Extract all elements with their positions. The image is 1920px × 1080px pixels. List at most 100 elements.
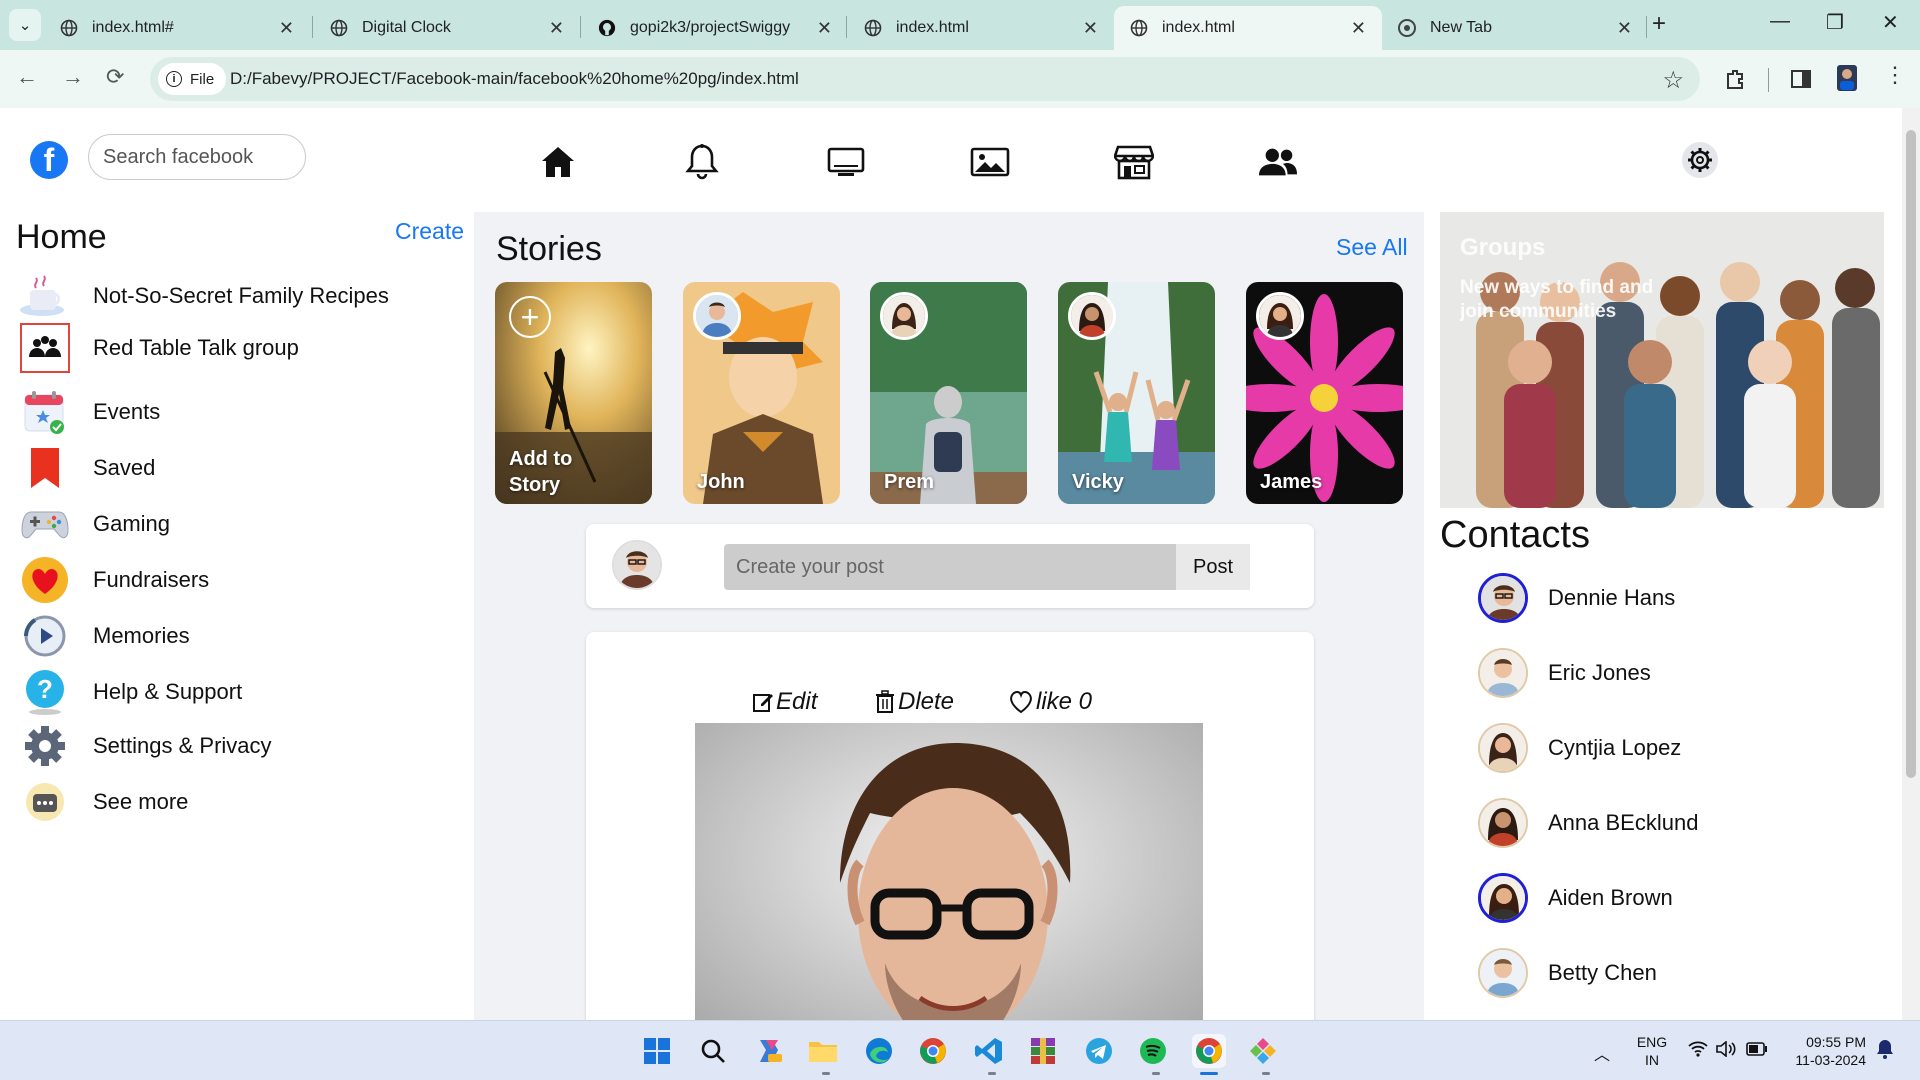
home-icon[interactable] <box>538 142 578 182</box>
edit-button[interactable]: Edit <box>752 688 817 716</box>
back-arrow-icon[interactable]: ← <box>16 66 38 88</box>
story-card[interactable]: Prem <box>870 282 1027 504</box>
sidebar-item-saved[interactable]: Saved <box>20 440 460 496</box>
monitor-icon[interactable] <box>826 142 866 182</box>
restore-icon[interactable]: ❐ <box>1826 10 1844 35</box>
vscode-icon[interactable] <box>972 1034 1006 1068</box>
chrome-active-icon[interactable] <box>1192 1034 1226 1068</box>
new-tab-button[interactable]: + <box>1652 12 1666 36</box>
scrollbar-thumb[interactable] <box>1906 130 1916 778</box>
volume-icon[interactable] <box>1716 1040 1736 1060</box>
search-input[interactable] <box>88 134 306 180</box>
close-icon[interactable]: ✕ <box>279 19 294 37</box>
sidebar-item-events[interactable]: Events <box>20 384 460 440</box>
profile-avatar[interactable] <box>1836 64 1858 97</box>
battery-icon[interactable] <box>1746 1042 1768 1059</box>
lang-label: ENG <box>1636 1034 1668 1050</box>
url-text[interactable]: D:/Fabevy/PROJECT/Facebook-main/facebook… <box>230 69 799 89</box>
sidebar-item-settings[interactable]: Settings & Privacy <box>20 718 460 774</box>
browser-tab-strip: ⌄ index.html# ✕ Digital Clock ✕ gopi2k3/… <box>0 0 1920 50</box>
home-title: Home <box>16 218 107 256</box>
page-scrollbar[interactable] <box>1902 108 1920 1020</box>
side-panel-icon[interactable] <box>1790 68 1812 95</box>
story-card[interactable]: Vicky <box>1058 282 1215 504</box>
close-icon[interactable]: ✕ <box>1083 19 1098 37</box>
chevron-up-icon[interactable]: ︿ <box>1594 1041 1610 1065</box>
app-icon[interactable] <box>1246 1034 1280 1068</box>
sidebar-item-memories[interactable]: Memories <box>20 608 460 664</box>
browser-tab[interactable]: gopi2k3/projectSwiggy ✕ <box>582 6 848 50</box>
store-icon[interactable] <box>1114 142 1154 182</box>
clock[interactable]: 09:55 PM 11-03-2024 <box>1786 1033 1866 1069</box>
running-indicator <box>988 1072 996 1075</box>
menu-dots-icon[interactable]: ⋮ <box>1884 64 1906 86</box>
winrar-icon[interactable] <box>1026 1034 1060 1068</box>
post-button[interactable]: Post <box>1176 544 1250 590</box>
contact-item[interactable]: Betty Chen <box>1478 947 1838 999</box>
close-icon[interactable]: ✕ <box>817 19 832 37</box>
sidebar-item-recipes[interactable]: Not-So-Secret Family Recipes <box>20 268 460 324</box>
site-info-chip[interactable]: i File <box>158 63 227 95</box>
people-icon[interactable] <box>1258 142 1298 182</box>
file-explorer-icon[interactable] <box>806 1034 840 1068</box>
facebook-logo[interactable]: f <box>30 141 68 179</box>
contact-item[interactable]: Dennie Hans <box>1478 572 1838 624</box>
svg-text:?: ? <box>37 674 53 704</box>
sidebar-item-red-table-talk[interactable]: Red Table Talk group <box>20 320 460 376</box>
sidebar-item-fundraisers[interactable]: Fundraisers <box>20 552 460 608</box>
bookmark-star-icon[interactable]: ☆ <box>1662 66 1684 95</box>
browser-tab-active[interactable]: index.html ✕ <box>1114 6 1382 50</box>
create-post-input[interactable] <box>724 544 1176 590</box>
windows-start-icon[interactable] <box>640 1034 674 1068</box>
reload-icon[interactable]: ⟳ <box>106 66 124 88</box>
browser-tab[interactable]: index.html# ✕ <box>44 6 310 50</box>
delete-button[interactable]: Dlete <box>874 688 954 716</box>
browser-tab[interactable]: New Tab ✕ <box>1382 6 1648 50</box>
add-story-card[interactable]: + Add to Story <box>495 282 652 504</box>
contact-name: Betty Chen <box>1548 960 1657 985</box>
bookmark-icon <box>20 443 70 493</box>
language-indicator[interactable]: ENG IN <box>1634 1033 1670 1069</box>
contact-item[interactable]: Anna BEcklund <box>1478 797 1838 849</box>
story-card[interactable]: James <box>1246 282 1403 504</box>
contact-item[interactable]: Cyntjia Lopez <box>1478 722 1838 774</box>
close-icon[interactable]: ✕ <box>1617 19 1632 37</box>
notification-bell-icon[interactable] <box>1876 1039 1894 1062</box>
tab-title: New Tab <box>1430 19 1492 36</box>
forward-arrow-icon[interactable]: → <box>62 66 84 88</box>
contact-name: Eric Jones <box>1548 660 1651 685</box>
telegram-icon[interactable] <box>1082 1034 1116 1068</box>
minimize-icon[interactable]: — <box>1770 10 1790 33</box>
chrome-icon[interactable] <box>916 1034 950 1068</box>
spotify-icon[interactable] <box>1136 1034 1170 1068</box>
add-story-plus-icon[interactable]: + <box>509 296 551 338</box>
omnibox[interactable]: i File D:/Fabevy/PROJECT/Facebook-main/f… <box>150 57 1700 101</box>
contact-item[interactable]: Eric Jones <box>1478 647 1838 699</box>
create-link[interactable]: Create <box>395 218 464 245</box>
close-icon[interactable]: ✕ <box>1351 19 1366 37</box>
groups-card[interactable]: Groups New ways to find and join communi… <box>1440 212 1884 508</box>
see-all-link[interactable]: See All <box>1336 234 1408 261</box>
edge-icon[interactable] <box>862 1034 896 1068</box>
image-icon[interactable] <box>970 142 1010 182</box>
contact-item[interactable]: Aiden Brown <box>1478 872 1838 924</box>
search-icon[interactable] <box>696 1034 730 1068</box>
browser-tab[interactable]: index.html ✕ <box>848 6 1114 50</box>
settings-gear-icon[interactable] <box>1682 142 1718 178</box>
active-indicator <box>1200 1072 1218 1075</box>
extensions-icon[interactable] <box>1724 68 1746 95</box>
window-close-icon[interactable]: ✕ <box>1882 10 1899 35</box>
sidebar-item-see-more[interactable]: See more <box>20 774 460 830</box>
close-icon[interactable]: ✕ <box>549 19 564 37</box>
story-card[interactable]: John <box>683 282 840 504</box>
sidebar-item-label: Help & Support <box>93 679 243 704</box>
browser-tab[interactable]: Digital Clock ✕ <box>314 6 580 50</box>
like-button[interactable]: like 0 <box>1008 688 1092 716</box>
wifi-icon[interactable] <box>1688 1041 1708 1060</box>
tab-search-button[interactable]: ⌄ <box>9 9 41 41</box>
bell-icon[interactable] <box>682 142 722 182</box>
sidebar-item-gaming[interactable]: Gaming <box>20 496 460 552</box>
info-icon: i <box>166 71 182 87</box>
sidebar-item-help[interactable]: ? Help & Support <box>20 664 460 720</box>
copilot-icon[interactable] <box>752 1034 786 1068</box>
